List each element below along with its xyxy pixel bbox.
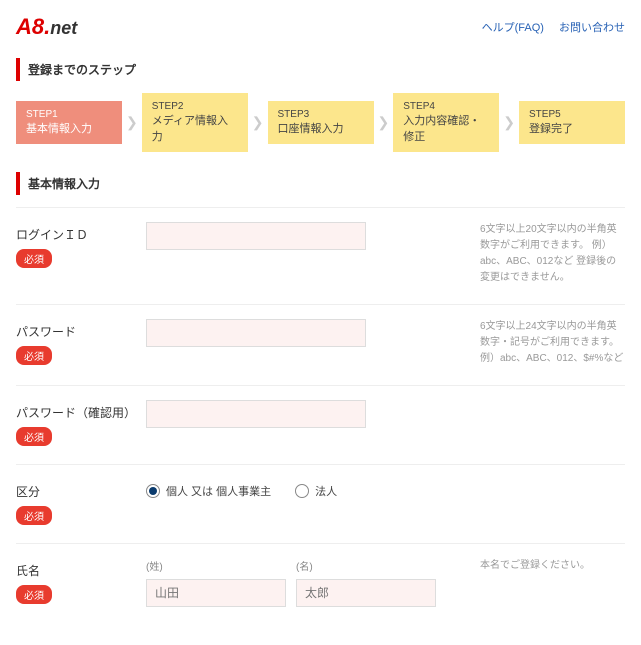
step-2: STEP2 メディア情報入力 xyxy=(142,93,248,152)
radio-row: 個人 又は 個人事業主 法人 xyxy=(146,479,470,499)
radio-corporation[interactable]: 法人 xyxy=(295,483,337,499)
contact-link[interactable]: お問い合わせ xyxy=(559,22,625,34)
name-inputs: (姓) (名) xyxy=(146,558,470,607)
step-num: STEP5 xyxy=(529,109,615,120)
label-category: 区分 xyxy=(16,483,146,500)
hint-password: 6文字以上24文字以内の半角英数字・記号がご利用できます。 例）abc、ABC、… xyxy=(470,319,625,367)
label-name: 氏名 xyxy=(16,562,146,579)
sub-label-first: (名) xyxy=(296,558,436,573)
input-col: (姓) (名) xyxy=(146,558,470,607)
step-3: STEP3 口座情報入力 xyxy=(268,101,374,144)
hint-name: 本名でご登録ください。 xyxy=(470,558,625,607)
hint xyxy=(470,479,625,525)
required-badge: 必須 xyxy=(16,346,52,365)
label-col: パスワード（確認用） 必須 xyxy=(16,400,146,446)
chevron-right-icon: ❯ xyxy=(378,114,390,131)
radio-label: 個人 又は 個人事業主 xyxy=(166,483,271,499)
radio-icon xyxy=(295,484,309,498)
label-login-id: ログインＩＤ xyxy=(16,226,146,243)
steps-bar: STEP1 基本情報入力 ❯ STEP2 メディア情報入力 ❯ STEP3 口座… xyxy=(16,93,625,152)
step-num: STEP4 xyxy=(403,101,489,112)
step-label: 登録完了 xyxy=(529,123,573,135)
step-label: 基本情報入力 xyxy=(26,123,92,135)
required-badge: 必須 xyxy=(16,249,52,268)
step-label: メディア情報入力 xyxy=(152,115,228,143)
chevron-right-icon: ❯ xyxy=(503,114,515,131)
sub-label-last: (姓) xyxy=(146,558,286,573)
form-title: 基本情報入力 xyxy=(16,172,625,195)
chevron-right-icon: ❯ xyxy=(252,114,264,131)
label-password-confirm: パスワード（確認用） xyxy=(16,404,146,421)
chevron-right-icon: ❯ xyxy=(126,114,138,131)
name-group-first: (名) xyxy=(296,558,436,607)
last-name-input[interactable] xyxy=(146,579,286,607)
top-links: ヘルプ(FAQ) お問い合わせ xyxy=(470,19,625,35)
label-col: 区分 必須 xyxy=(16,479,146,525)
step-4: STEP4 入力内容確認・修正 xyxy=(393,93,499,152)
input-col xyxy=(146,400,470,446)
password-confirm-input[interactable] xyxy=(146,400,366,428)
step-label: 入力内容確認・修正 xyxy=(403,115,480,143)
radio-individual[interactable]: 個人 又は 個人事業主 xyxy=(146,483,271,499)
row-category: 区分 必須 個人 又は 個人事業主 法人 xyxy=(16,464,625,543)
required-badge: 必須 xyxy=(16,585,52,604)
header: A8.net ヘルプ(FAQ) お問い合わせ xyxy=(16,10,625,48)
password-input[interactable] xyxy=(146,319,366,347)
hint xyxy=(470,400,625,446)
hint-login-id: 6文字以上20文字以内の半角英数字がご利用できます。 例）abc、ABC、012… xyxy=(470,222,625,286)
logo-a8: A8 xyxy=(16,14,44,39)
row-login-id: ログインＩＤ 必須 6文字以上20文字以内の半角英数字がご利用できます。 例）a… xyxy=(16,207,625,304)
row-password: パスワード 必須 6文字以上24文字以内の半角英数字・記号がご利用できます。 例… xyxy=(16,304,625,385)
name-group-last: (姓) xyxy=(146,558,286,607)
radio-label: 法人 xyxy=(315,483,337,499)
label-password: パスワード xyxy=(16,323,146,340)
step-num: STEP1 xyxy=(26,109,112,120)
first-name-input[interactable] xyxy=(296,579,436,607)
step-5: STEP5 登録完了 xyxy=(519,101,625,144)
input-col xyxy=(146,222,470,286)
required-badge: 必須 xyxy=(16,427,52,446)
label-col: ログインＩＤ 必須 xyxy=(16,222,146,286)
required-badge: 必須 xyxy=(16,506,52,525)
input-col xyxy=(146,319,470,367)
row-name: 氏名 必須 (姓) (名) 本名でご登録ください。 xyxy=(16,543,625,625)
radio-icon xyxy=(146,484,160,498)
row-password-confirm: パスワード（確認用） 必須 xyxy=(16,385,625,464)
logo-net: net xyxy=(50,18,77,38)
label-col: パスワード 必須 xyxy=(16,319,146,367)
step-1: STEP1 基本情報入力 xyxy=(16,101,122,144)
login-id-input[interactable] xyxy=(146,222,366,250)
step-label: 口座情報入力 xyxy=(278,123,344,135)
step-num: STEP3 xyxy=(278,109,364,120)
input-col: 個人 又は 個人事業主 法人 xyxy=(146,479,470,525)
logo: A8.net xyxy=(16,14,77,40)
step-num: STEP2 xyxy=(152,101,238,112)
label-col: 氏名 必須 xyxy=(16,558,146,607)
steps-title: 登録までのステップ xyxy=(16,58,625,81)
help-link[interactable]: ヘルプ(FAQ) xyxy=(482,22,544,34)
